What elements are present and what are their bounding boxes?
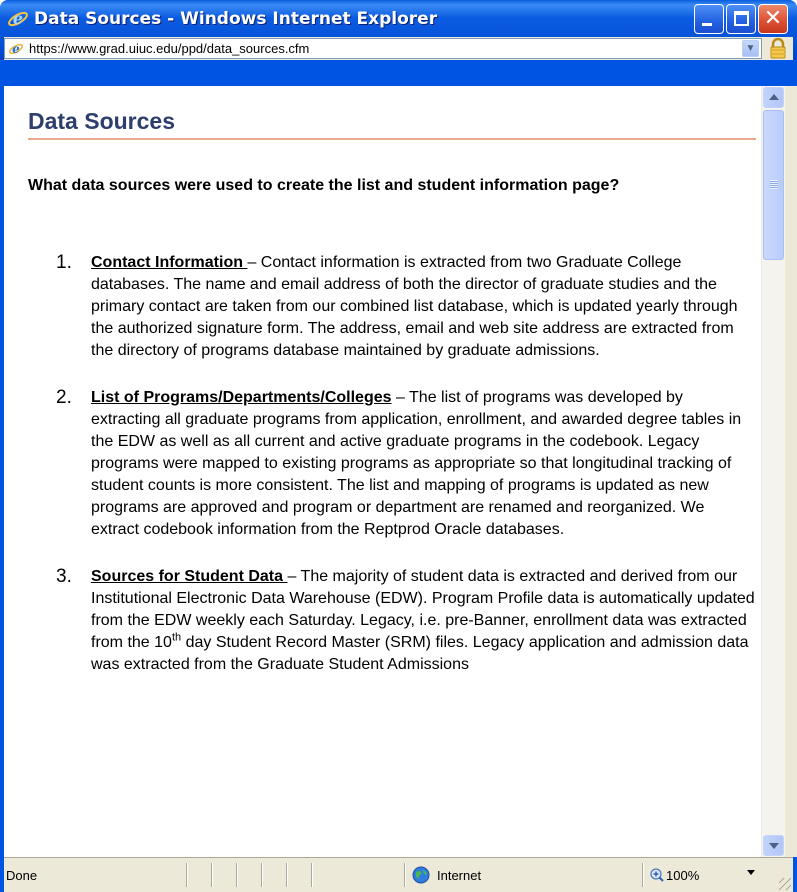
zoom-level[interactable]: 100% (666, 868, 699, 883)
ie-page-icon: e (9, 42, 23, 56)
grip-icon (770, 180, 778, 189)
question-heading: What data sources were used to create th… (28, 177, 620, 194)
item-number: 3. (56, 566, 72, 587)
address-dropdown-button[interactable]: ▼ (742, 40, 759, 57)
resize-grip[interactable] (779, 878, 791, 890)
status-divider (311, 863, 313, 887)
up-arrow-icon (769, 94, 779, 100)
window-frame (785, 86, 797, 857)
maximize-icon (734, 11, 749, 26)
item-heading: Contact Information (91, 254, 248, 271)
list-item: 1. Contact Information – Contact informa… (28, 252, 756, 362)
address-field[interactable]: e https://www.grad.uiuc.edu/ppd/data_sou… (4, 38, 762, 59)
item-heading: List of Programs/Departments/Colleges (91, 389, 392, 406)
item-heading: Sources for Student Data (91, 568, 288, 585)
status-text: Done (6, 868, 38, 883)
item-text: – The list of programs was developed by … (91, 389, 742, 538)
title-divider (28, 138, 756, 140)
close-icon: ✕ (763, 6, 783, 31)
data-sources-list: 1. Contact Information – Contact informa… (28, 252, 756, 701)
address-url[interactable]: https://www.grad.uiuc.edu/ppd/data_sourc… (29, 41, 309, 56)
lock-icon[interactable] (768, 38, 788, 59)
security-zone-label[interactable]: Internet (437, 868, 481, 883)
status-bar: Done Internet 100% (4, 857, 793, 892)
status-divider (404, 863, 406, 887)
globe-icon (412, 866, 430, 884)
down-arrow-icon (769, 843, 779, 849)
ie-icon: e (8, 9, 28, 28)
page-content[interactable]: Data Sources What data sources were used… (4, 86, 761, 857)
scroll-down-button[interactable] (763, 835, 784, 856)
vertical-scrollbar[interactable] (761, 86, 785, 857)
superscript: th (171, 631, 182, 644)
svg-text:e: e (12, 42, 20, 56)
status-divider (236, 863, 238, 887)
item-number: 2. (56, 387, 72, 408)
svg-text:e: e (13, 9, 23, 28)
close-button[interactable]: ✕ (758, 4, 788, 34)
zoom-dropdown-icon[interactable] (747, 870, 755, 875)
minimize-button[interactable] (694, 4, 724, 34)
status-divider (211, 863, 213, 887)
item-number: 1. (56, 252, 72, 273)
status-divider (642, 863, 644, 887)
window-title: Data Sources - Windows Internet Explorer (34, 9, 438, 29)
list-item: 2. List of Programs/Departments/Colleges… (28, 387, 756, 541)
scroll-up-button[interactable] (763, 87, 784, 108)
status-divider (286, 863, 288, 887)
page-title: Data Sources (28, 108, 176, 134)
scroll-thumb[interactable] (763, 110, 784, 260)
list-item: 3. Sources for Student Data – The majori… (28, 566, 756, 676)
item-text-continued: day Student Record Master (SRM) files. L… (91, 634, 749, 673)
address-bar: e https://www.grad.uiuc.edu/ppd/data_sou… (4, 37, 793, 60)
minimize-icon (702, 23, 712, 26)
zoom-icon[interactable] (650, 868, 664, 882)
status-divider (186, 863, 188, 887)
browser-window: e Data Sources - Windows Internet Explor… (0, 0, 797, 892)
maximize-button[interactable] (726, 4, 756, 34)
status-divider (261, 863, 263, 887)
